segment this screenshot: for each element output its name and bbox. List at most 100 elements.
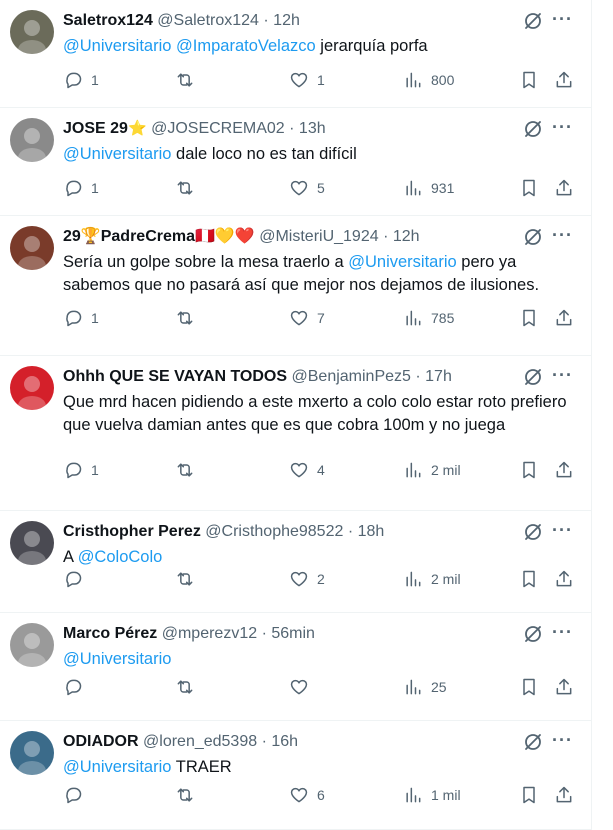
bookmark-button[interactable] [519, 460, 539, 480]
avatar[interactable] [10, 10, 54, 54]
views-button[interactable]: 2 mil [403, 460, 461, 480]
retweet-button[interactable] [175, 178, 203, 198]
tweet[interactable]: Cristhopher Perez @Cristhophe98522 · 18h… [0, 511, 591, 613]
share-button[interactable] [554, 178, 574, 198]
grok-icon[interactable] [523, 11, 543, 31]
grok-icon[interactable] [523, 522, 543, 542]
avatar[interactable] [10, 118, 54, 162]
grok-icon[interactable] [523, 624, 543, 644]
share-button[interactable] [554, 569, 574, 589]
tweet[interactable]: Saletrox124 @Saletrox124 · 12h ··· @Univ… [0, 0, 591, 108]
share-button[interactable] [554, 677, 574, 697]
views-button[interactable]: 2 mil [403, 569, 461, 589]
display-name[interactable]: JOSE 29 [63, 120, 128, 137]
reply-button[interactable]: 1 [63, 308, 99, 328]
like-button[interactable]: 4 [289, 460, 325, 480]
timestamp[interactable]: 56min [271, 625, 315, 642]
display-name[interactable]: Marco Pérez [63, 625, 157, 642]
avatar[interactable] [10, 226, 54, 270]
bookmark-button[interactable] [519, 785, 539, 805]
user-handle[interactable]: @BenjaminPez5 [292, 368, 411, 385]
like-button[interactable]: 5 [289, 178, 325, 198]
like-button[interactable]: 6 [289, 785, 325, 805]
mention-link[interactable]: @Universitario [63, 37, 171, 55]
timestamp[interactable]: 12h [273, 12, 300, 29]
tweet[interactable]: ODIADOR @loren_ed5398 · 16h ··· @Univers… [0, 721, 591, 830]
share-button[interactable] [554, 70, 574, 90]
timestamp[interactable]: 13h [299, 120, 326, 137]
display-name[interactable]: ODIADOR [63, 733, 139, 750]
more-icon[interactable]: ··· [552, 117, 573, 138]
mention-link[interactable]: @Universitario [63, 145, 171, 163]
timestamp[interactable]: 18h [358, 523, 385, 540]
bookmark-button[interactable] [519, 70, 539, 90]
like-button[interactable] [289, 677, 317, 697]
tweet[interactable]: Marco Pérez @mperezv12 · 56min ··· @Univ… [0, 613, 591, 721]
avatar[interactable] [10, 623, 54, 667]
reply-button[interactable] [63, 569, 91, 589]
retweet-button[interactable] [175, 70, 203, 90]
bookmark-button[interactable] [519, 677, 539, 697]
reply-button[interactable]: 1 [63, 178, 99, 198]
mention-link[interactable]: @ImparatoVelazco [176, 37, 316, 55]
mention-link[interactable]: @ColoColo [78, 548, 163, 566]
views-button[interactable]: 1 mil [403, 785, 461, 805]
user-handle[interactable]: @loren_ed5398 [143, 733, 257, 750]
mention-link[interactable]: @Universitario [63, 758, 171, 776]
user-handle[interactable]: @JOSECREMA02 [151, 120, 285, 137]
like-button[interactable]: 2 [289, 569, 325, 589]
share-button[interactable] [554, 308, 574, 328]
avatar[interactable] [10, 366, 54, 410]
retweet-button[interactable] [175, 460, 203, 480]
more-icon[interactable]: ··· [552, 520, 573, 541]
timestamp[interactable]: 12h [393, 228, 420, 245]
user-handle[interactable]: @Cristhophe98522 [205, 523, 343, 540]
tweet[interactable]: JOSE 29⭐ @JOSECREMA02 · 13h ··· @Univers… [0, 108, 591, 216]
more-icon[interactable]: ··· [552, 365, 573, 386]
more-icon[interactable]: ··· [552, 225, 573, 246]
tweet[interactable]: 29🏆PadreCrema🇵🇪💛❤️ @MisteriU_1924 · 12h … [0, 216, 591, 356]
grok-icon[interactable] [523, 119, 543, 139]
more-icon[interactable]: ··· [552, 730, 573, 751]
reply-button[interactable]: 1 [63, 70, 99, 90]
bookmark-button[interactable] [519, 178, 539, 198]
reply-button[interactable] [63, 677, 91, 697]
avatar[interactable] [10, 731, 54, 775]
mention-link[interactable]: @Universitario [348, 253, 456, 271]
mention-link[interactable]: @Universitario [63, 650, 171, 668]
display-name[interactable]: Cristhopher Perez [63, 523, 201, 540]
views-button[interactable]: 931 [403, 178, 454, 198]
views-button[interactable]: 25 [403, 677, 447, 697]
user-handle[interactable]: @MisteriU_1924 [259, 228, 378, 245]
grok-icon[interactable] [523, 367, 543, 387]
timestamp[interactable]: 17h [425, 368, 452, 385]
retweet-button[interactable] [175, 308, 203, 328]
tweet-actions: 6 1 mil [63, 785, 581, 805]
retweet-button[interactable] [175, 785, 203, 805]
display-name[interactable]: 29🏆PadreCrema🇵🇪💛❤️ [63, 228, 255, 245]
reply-button[interactable]: 1 [63, 460, 99, 480]
views-button[interactable]: 785 [403, 308, 454, 328]
user-handle[interactable]: @Saletrox124 [157, 12, 259, 29]
like-button[interactable]: 7 [289, 308, 325, 328]
bookmark-button[interactable] [519, 308, 539, 328]
retweet-icon [177, 73, 193, 87]
display-name[interactable]: Ohhh QUE SE VAYAN TODOS [63, 368, 287, 385]
share-button[interactable] [554, 785, 574, 805]
more-icon[interactable]: ··· [552, 622, 573, 643]
share-button[interactable] [554, 460, 574, 480]
bookmark-button[interactable] [519, 569, 539, 589]
tweet[interactable]: Ohhh QUE SE VAYAN TODOS @BenjaminPez5 · … [0, 356, 591, 511]
grok-icon[interactable] [523, 732, 543, 752]
more-icon[interactable]: ··· [552, 9, 573, 30]
retweet-button[interactable] [175, 569, 203, 589]
views-button[interactable]: 800 [403, 70, 454, 90]
display-name[interactable]: Saletrox124 [63, 12, 153, 29]
grok-icon[interactable] [523, 227, 543, 247]
user-handle[interactable]: @mperezv12 [162, 625, 257, 642]
avatar[interactable] [10, 521, 54, 565]
reply-button[interactable] [63, 785, 91, 805]
timestamp[interactable]: 16h [271, 733, 298, 750]
like-button[interactable]: 1 [289, 70, 325, 90]
retweet-button[interactable] [175, 677, 203, 697]
